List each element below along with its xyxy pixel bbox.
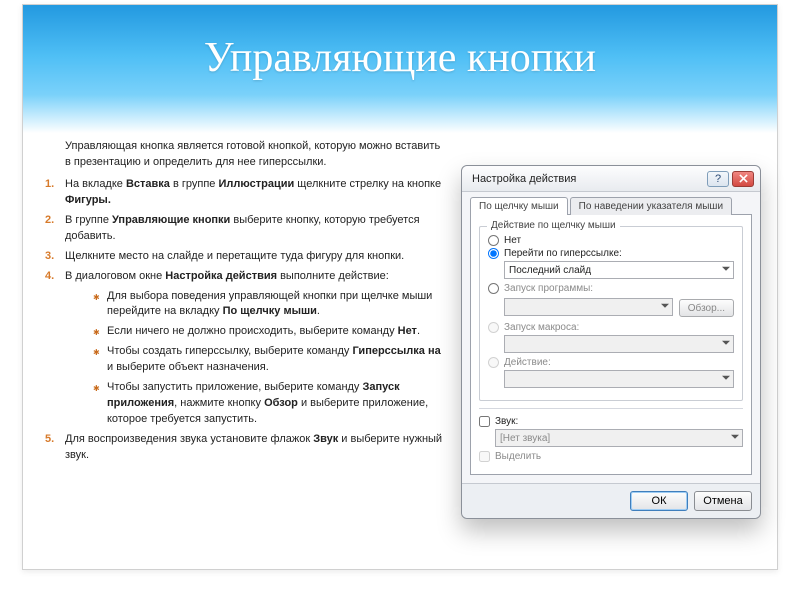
hyperlink-combo[interactable]: Последний слайд xyxy=(504,261,734,279)
group-title: Действие по щелчку мыши xyxy=(487,220,620,231)
step-2: В группе Управляющие кнопки выберите кно… xyxy=(45,213,449,245)
slide-title: Управляющие кнопки xyxy=(204,34,596,82)
step-5: Для воспроизведения звука установите фла… xyxy=(45,432,449,464)
dialog-footer: ОК Отмена xyxy=(462,483,760,518)
slide-title-bar: Управляющие кнопки xyxy=(23,5,777,133)
bullet-2: Если ничего не должно происходить, выбер… xyxy=(93,324,449,340)
tab-on-click[interactable]: По щелчку мыши xyxy=(470,197,568,215)
tab-panel: Действие по щелчку мыши Нет Перейти по г… xyxy=(470,214,752,475)
help-button[interactable]: ? xyxy=(707,171,729,187)
check-highlight[interactable]: Выделить xyxy=(479,451,743,462)
radio-none[interactable]: Нет xyxy=(488,235,734,246)
object-action-combo xyxy=(504,370,734,388)
radio-hyperlink[interactable]: Перейти по гиперссылке: xyxy=(488,248,734,259)
intro-paragraph: Управляющая кнопка является готовой кноп… xyxy=(65,139,449,171)
radio-run-program[interactable]: Запуск программы: xyxy=(488,283,734,294)
step-1: На вкладке Вставка в группе Иллюстрации … xyxy=(45,177,449,209)
step-4: В диалоговом окне Настройка действия вып… xyxy=(45,269,449,428)
cancel-button[interactable]: Отмена xyxy=(694,491,752,511)
dialog-titlebar[interactable]: Настройка действия ? xyxy=(462,166,760,192)
step-3: Щелкните место на слайде и перетащите ту… xyxy=(45,249,449,265)
sound-combo: [Нет звука] xyxy=(495,429,743,447)
dialog-body: По щелчку мыши По наведении указателя мы… xyxy=(462,192,760,483)
radio-run-program-input[interactable] xyxy=(488,283,499,294)
radio-run-macro[interactable]: Запуск макроса: xyxy=(488,322,734,333)
bullet-3: Чтобы создать гиперссылку, выберите кома… xyxy=(93,344,449,376)
radio-hyperlink-input[interactable] xyxy=(488,248,499,259)
dialog-tabs: По щелчку мыши По наведении указателя мы… xyxy=(470,197,752,215)
radio-object-action[interactable]: Действие: xyxy=(488,357,734,368)
sub-bullets: Для выбора поведения управляющей кнопки … xyxy=(65,289,449,429)
close-button[interactable] xyxy=(732,171,754,187)
close-icon xyxy=(739,174,748,183)
check-sound-input[interactable] xyxy=(479,416,490,427)
program-path-input xyxy=(504,298,673,316)
check-highlight-input xyxy=(479,451,490,462)
macro-combo xyxy=(504,335,734,353)
action-group: Действие по щелчку мыши Нет Перейти по г… xyxy=(479,226,743,401)
presentation-slide: Управляющие кнопки Управляющая кнопка яв… xyxy=(22,4,778,570)
radio-none-input[interactable] xyxy=(488,235,499,246)
slide-content: Управляющая кнопка является готовой кноп… xyxy=(23,133,777,519)
radio-run-macro-input xyxy=(488,322,499,333)
instructions-column: Управляющая кнопка является готовой кноп… xyxy=(45,139,449,519)
steps-list: На вкладке Вставка в группе Иллюстрации … xyxy=(45,177,449,464)
action-settings-dialog: Настройка действия ? По щелчку мыши По н… xyxy=(461,165,761,519)
bullet-1: Для выбора поведения управляющей кнопки … xyxy=(93,289,449,321)
dialog-title: Настройка действия xyxy=(472,173,576,185)
separator xyxy=(479,408,743,409)
bullet-4: Чтобы запустить приложение, выберите ком… xyxy=(93,380,449,428)
tab-on-hover[interactable]: По наведении указателя мыши xyxy=(570,197,732,215)
ok-button[interactable]: ОК xyxy=(630,491,688,511)
browse-button[interactable]: Обзор... xyxy=(679,299,734,317)
check-sound[interactable]: Звук: xyxy=(479,416,743,427)
radio-object-action-input xyxy=(488,357,499,368)
